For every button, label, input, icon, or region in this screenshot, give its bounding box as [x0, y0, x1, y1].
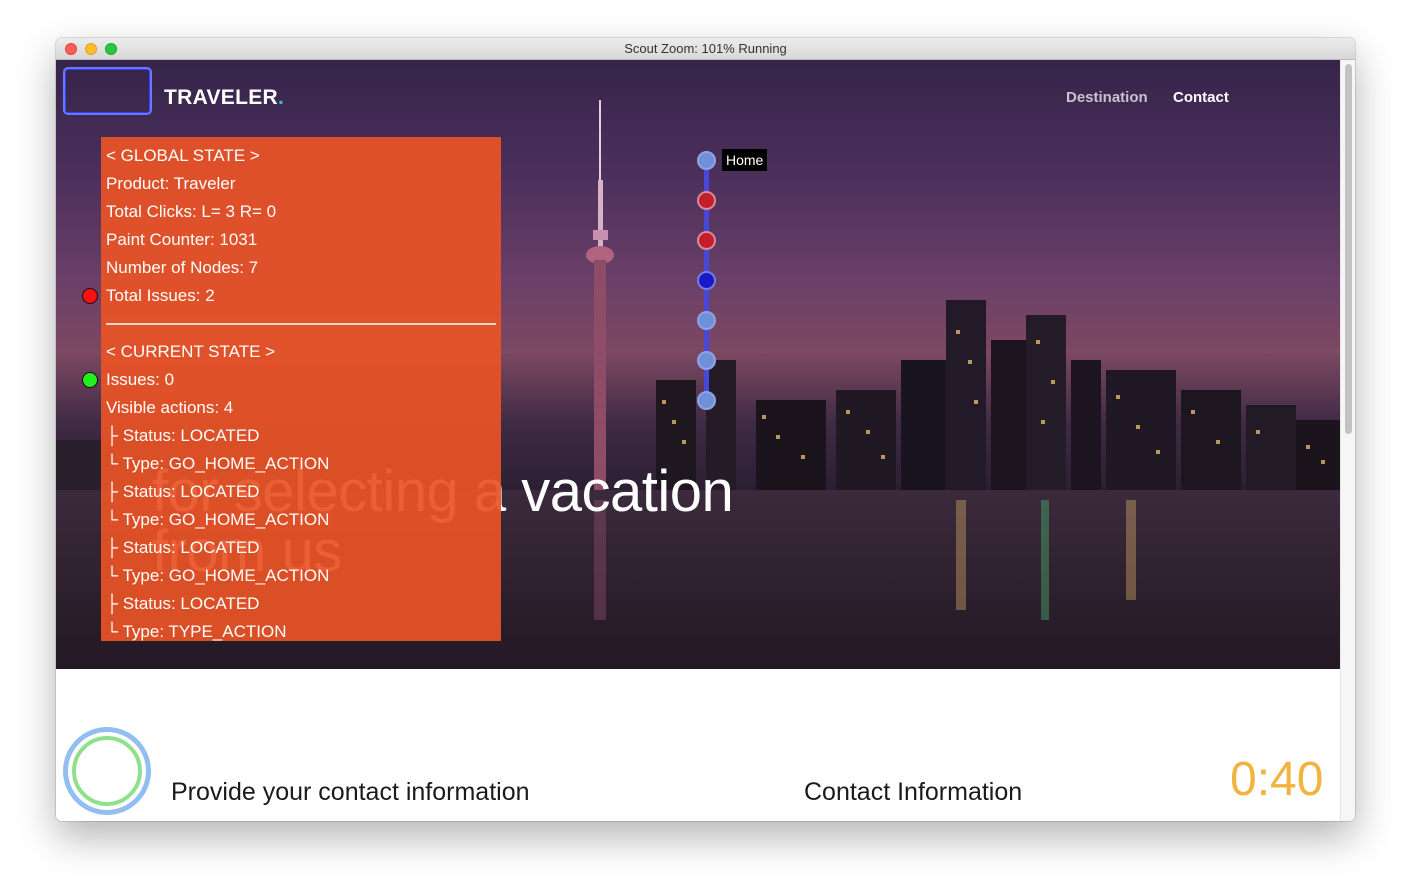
scout-state-panel: < GLOBAL STATE > Product: Traveler Total…: [101, 137, 501, 641]
close-window-button[interactable]: [65, 43, 77, 55]
global-paint-counter: Paint Counter: 1031: [106, 230, 258, 249]
global-issue-indicator: [82, 288, 98, 304]
current-issues: Issues: 0: [106, 370, 175, 389]
maximize-window-button[interactable]: [105, 43, 117, 55]
state-node[interactable]: [697, 351, 716, 370]
state-node[interactable]: [697, 391, 716, 410]
title-bar: Scout Zoom: 101% Running: [56, 38, 1355, 60]
brand-name: TRAVELER: [164, 86, 279, 109]
hero-banner: TRAVELER. Destination Contact for select…: [56, 60, 1340, 669]
page-content: TRAVELER. Destination Contact for select…: [56, 60, 1355, 821]
current-visible-actions: Visible actions: 4: [106, 398, 234, 417]
state-graph: [692, 146, 722, 412]
nav-contact[interactable]: Contact: [1173, 89, 1229, 106]
state-node-current[interactable]: [697, 271, 716, 290]
progress-ring-icon: [63, 727, 151, 815]
action-type: └ Type: GO_HOME_ACTION: [106, 454, 330, 473]
task-description: Provide your contact information: [171, 778, 530, 806]
state-node-home[interactable]: [697, 151, 716, 170]
window-title: Scout Zoom: 101% Running: [624, 41, 787, 56]
state-node-issue[interactable]: [697, 231, 716, 250]
current-state-heading: < CURRENT STATE >: [106, 342, 276, 361]
state-node[interactable]: [697, 311, 716, 330]
brand-dot: .: [278, 86, 285, 109]
logo-box[interactable]: [63, 67, 152, 115]
action-status: ├ Status: LOCATED: [106, 482, 260, 501]
global-total-clicks: Total Clicks: L= 3 R= 0: [106, 202, 277, 221]
nav-destination[interactable]: Destination: [1066, 89, 1148, 106]
home-node-label: Home: [722, 149, 768, 171]
global-total-issues: Total Issues: 2: [106, 286, 215, 305]
action-type: └ Type: TYPE_ACTION: [106, 622, 287, 641]
action-status: ├ Status: LOCATED: [106, 538, 260, 557]
action-status: ├ Status: LOCATED: [106, 594, 260, 613]
action-type: └ Type: GO_HOME_ACTION: [106, 566, 330, 585]
state-divider: [106, 323, 496, 325]
global-node-count: Number of Nodes: 7: [106, 258, 259, 277]
state-node-issue[interactable]: [697, 191, 716, 210]
vertical-scrollbar[interactable]: [1340, 60, 1355, 821]
section-title: Contact Information: [804, 778, 1023, 806]
action-type: └ Type: GO_HOME_ACTION: [106, 510, 330, 529]
global-product: Product: Traveler: [106, 174, 236, 193]
global-state-heading: < GLOBAL STATE >: [106, 146, 260, 165]
action-status: ├ Status: LOCATED: [106, 426, 260, 445]
current-ok-indicator: [82, 372, 98, 388]
brand-logo[interactable]: TRAVELER.: [164, 86, 284, 110]
countdown-timer: 0:40: [1230, 753, 1324, 806]
scrollbar-thumb[interactable]: [1345, 64, 1352, 434]
app-window: Scout Zoom: 101% Running TRAVELER. Desti…: [56, 38, 1355, 821]
minimize-window-button[interactable]: [85, 43, 97, 55]
progress-ring-inner: [72, 736, 142, 806]
